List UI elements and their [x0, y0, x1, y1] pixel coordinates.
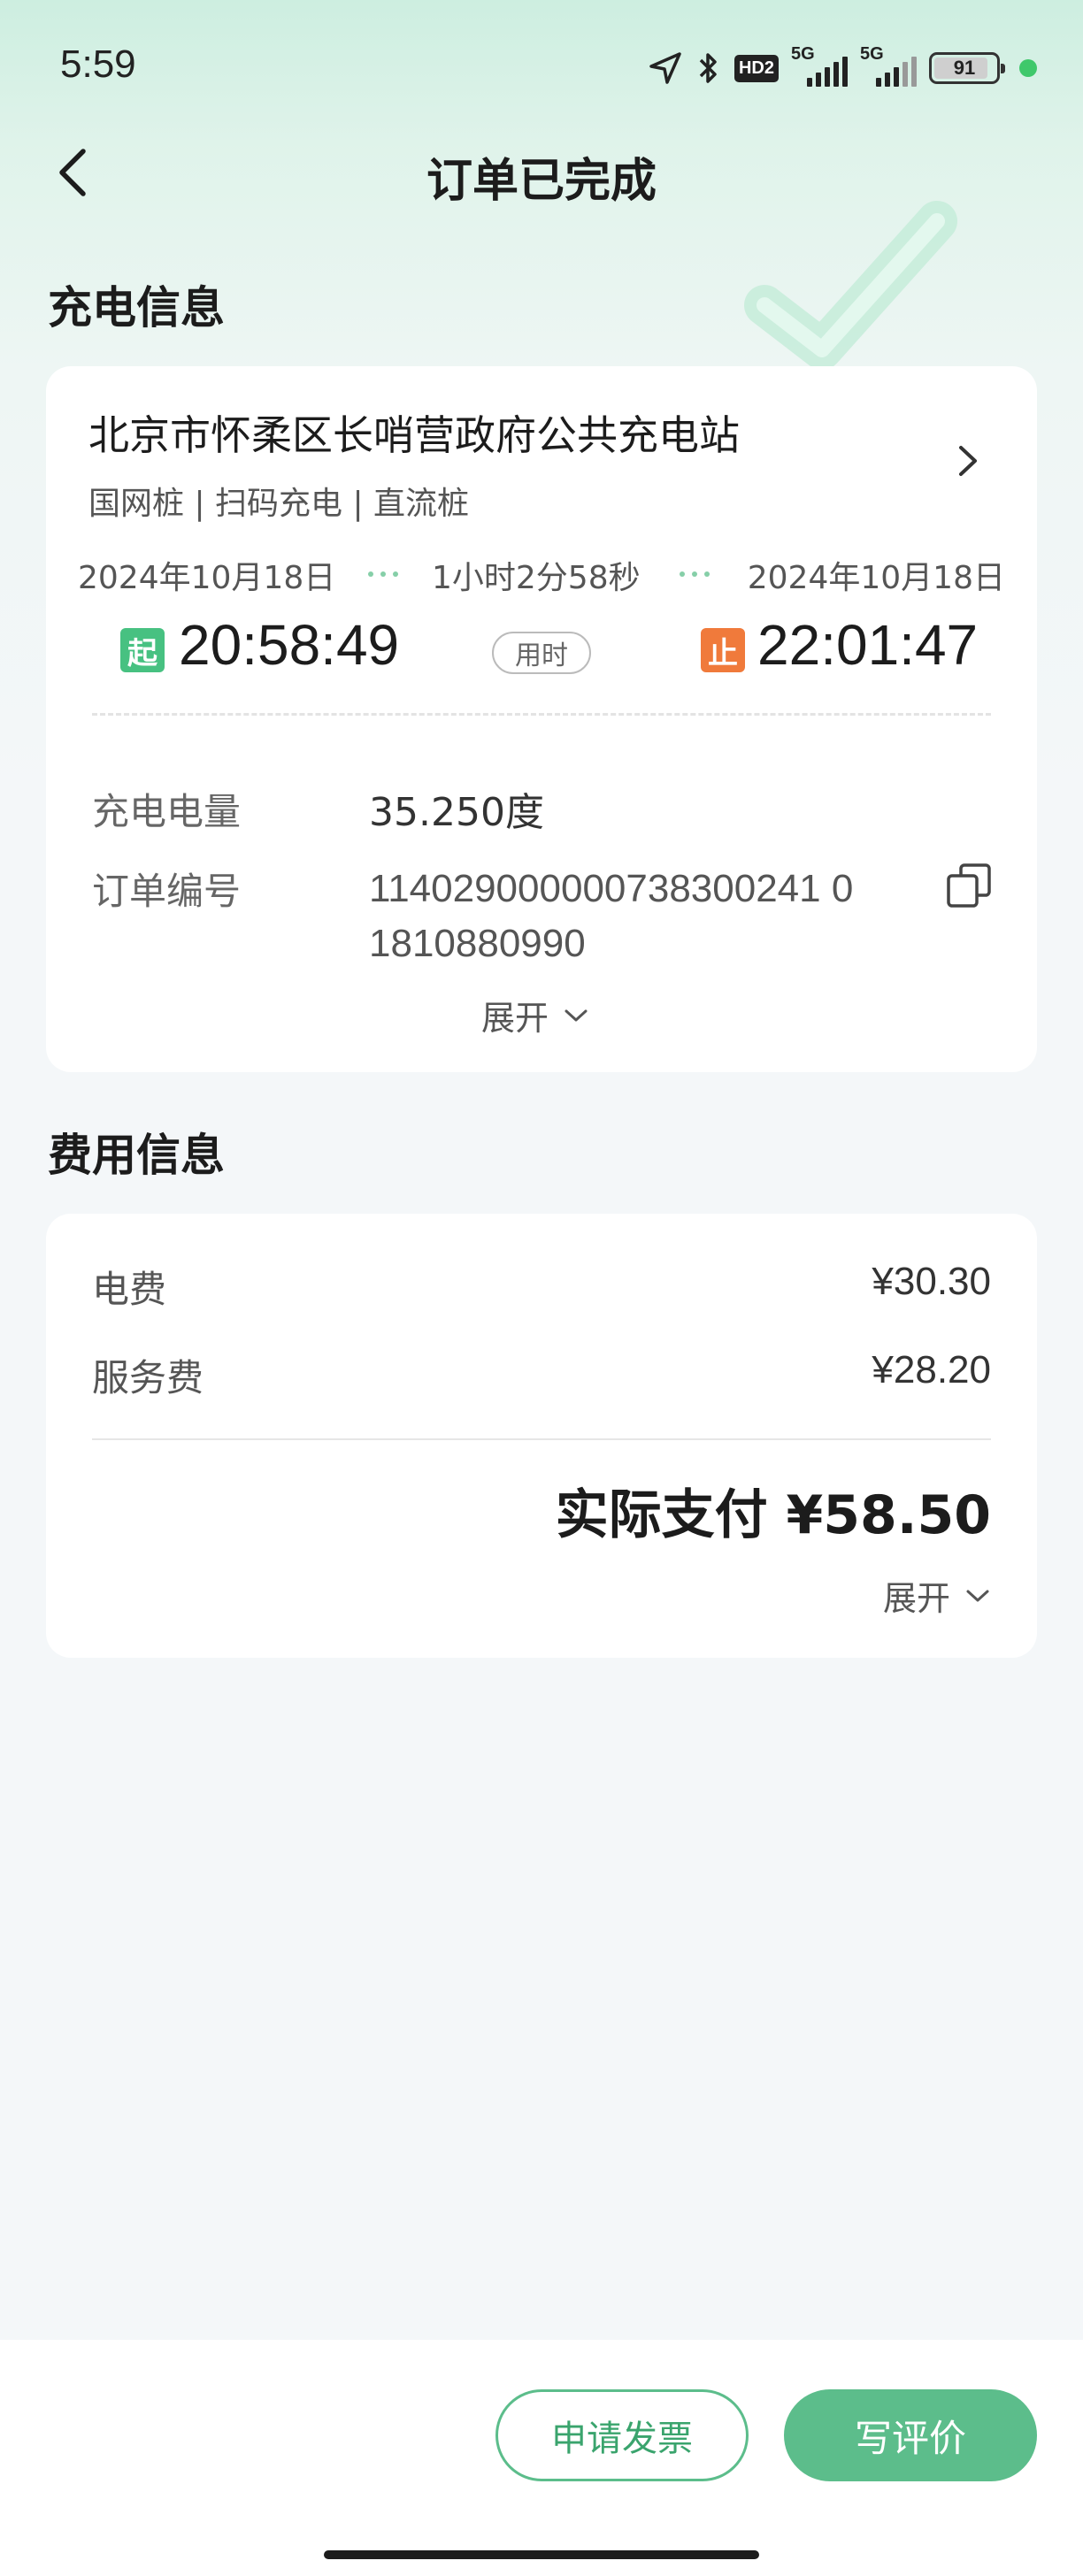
- checkmark-decoration-icon: [744, 201, 957, 370]
- battery-icon: 91: [929, 52, 1005, 84]
- service-fee-label: 服务费: [92, 1356, 204, 1399]
- fee-section-title: 费用信息: [48, 1130, 225, 1181]
- expand-label: 展开: [882, 1579, 950, 1618]
- write-review-button[interactable]: 写评价: [784, 2389, 1037, 2481]
- start-badge: 起: [120, 628, 165, 672]
- bluetooth-icon: [699, 53, 717, 83]
- chevron-down-icon: [966, 1590, 989, 1601]
- end-date: 2024年10月18日: [747, 560, 1005, 596]
- electricity-fee-label: 电费: [92, 1268, 167, 1311]
- end-time: 22:01:47: [757, 613, 979, 677]
- dots-decoration: [368, 571, 398, 577]
- bottom-action-bar: 申请发票 写评价: [0, 2340, 1083, 2576]
- status-time: 5:59: [60, 42, 136, 86]
- battery-level: 91: [953, 57, 976, 79]
- expand-label: 展开: [481, 999, 549, 1038]
- energy-label: 充电电量: [92, 790, 242, 833]
- charging-info-card: 北京市怀柔区长哨营政府公共充电站 国网桩 | 扫码充电 | 直流桩 2024年1…: [46, 366, 1037, 1072]
- location-arrow-icon: [649, 52, 681, 84]
- start-time: 20:58:49: [179, 613, 400, 677]
- copy-icon[interactable]: [945, 862, 995, 911]
- usage-tag: 用时: [492, 632, 591, 674]
- charging-times-row: 起 20:58:49 用时 止 22:01:47: [46, 612, 1037, 683]
- station-tags: 国网桩 | 扫码充电 | 直流桩: [88, 486, 470, 522]
- page-title: 订单已完成: [426, 155, 657, 208]
- charging-duration: 1小时2分58秒: [432, 560, 641, 596]
- charging-expand-toggle[interactable]: 展开: [481, 991, 589, 1039]
- order-number-label: 订单编号: [92, 870, 242, 913]
- status-bar: 5:59 HD2 5G 5G 91: [0, 0, 1083, 133]
- hd-badge: HD2: [734, 54, 779, 82]
- total-paid: 实际支付 ¥58.50: [555, 1484, 991, 1546]
- signal-strength-icon: 5G: [860, 44, 917, 87]
- fee-divider: [92, 1438, 991, 1440]
- fee-info-card: 电费 ¥30.30 服务费 ¥28.20 实际支付 ¥58.50 展开: [46, 1214, 1037, 1658]
- charging-dates-row: 2024年10月18日 1小时2分58秒 2024年10月18日: [46, 552, 1037, 605]
- station-name[interactable]: 北京市怀柔区长哨营政府公共充电站: [88, 403, 740, 462]
- electricity-fee-value: ¥30.30: [872, 1260, 991, 1303]
- home-indicator[interactable]: [324, 2550, 759, 2559]
- request-invoice-button[interactable]: 申请发票: [495, 2389, 749, 2481]
- signal-strength-icon: 5G: [791, 44, 848, 87]
- charging-section-title: 充电信息: [48, 282, 225, 334]
- fee-expand-toggle[interactable]: 展开: [883, 1571, 991, 1620]
- chevron-right-icon[interactable]: [952, 439, 984, 483]
- status-icons: HD2 5G 5G 91: [648, 44, 1037, 90]
- energy-value: 35.250度: [369, 790, 544, 835]
- chevron-down-icon: [565, 1009, 588, 1021]
- dots-decoration: [680, 571, 710, 577]
- order-number-value: 114029000000738300241 01810880990: [369, 867, 854, 965]
- service-fee-value: ¥28.20: [872, 1348, 991, 1392]
- privacy-indicator-dot: [1019, 59, 1037, 77]
- dashed-divider: [92, 713, 991, 716]
- stop-badge: 止: [701, 628, 745, 672]
- start-date: 2024年10月18日: [78, 560, 336, 596]
